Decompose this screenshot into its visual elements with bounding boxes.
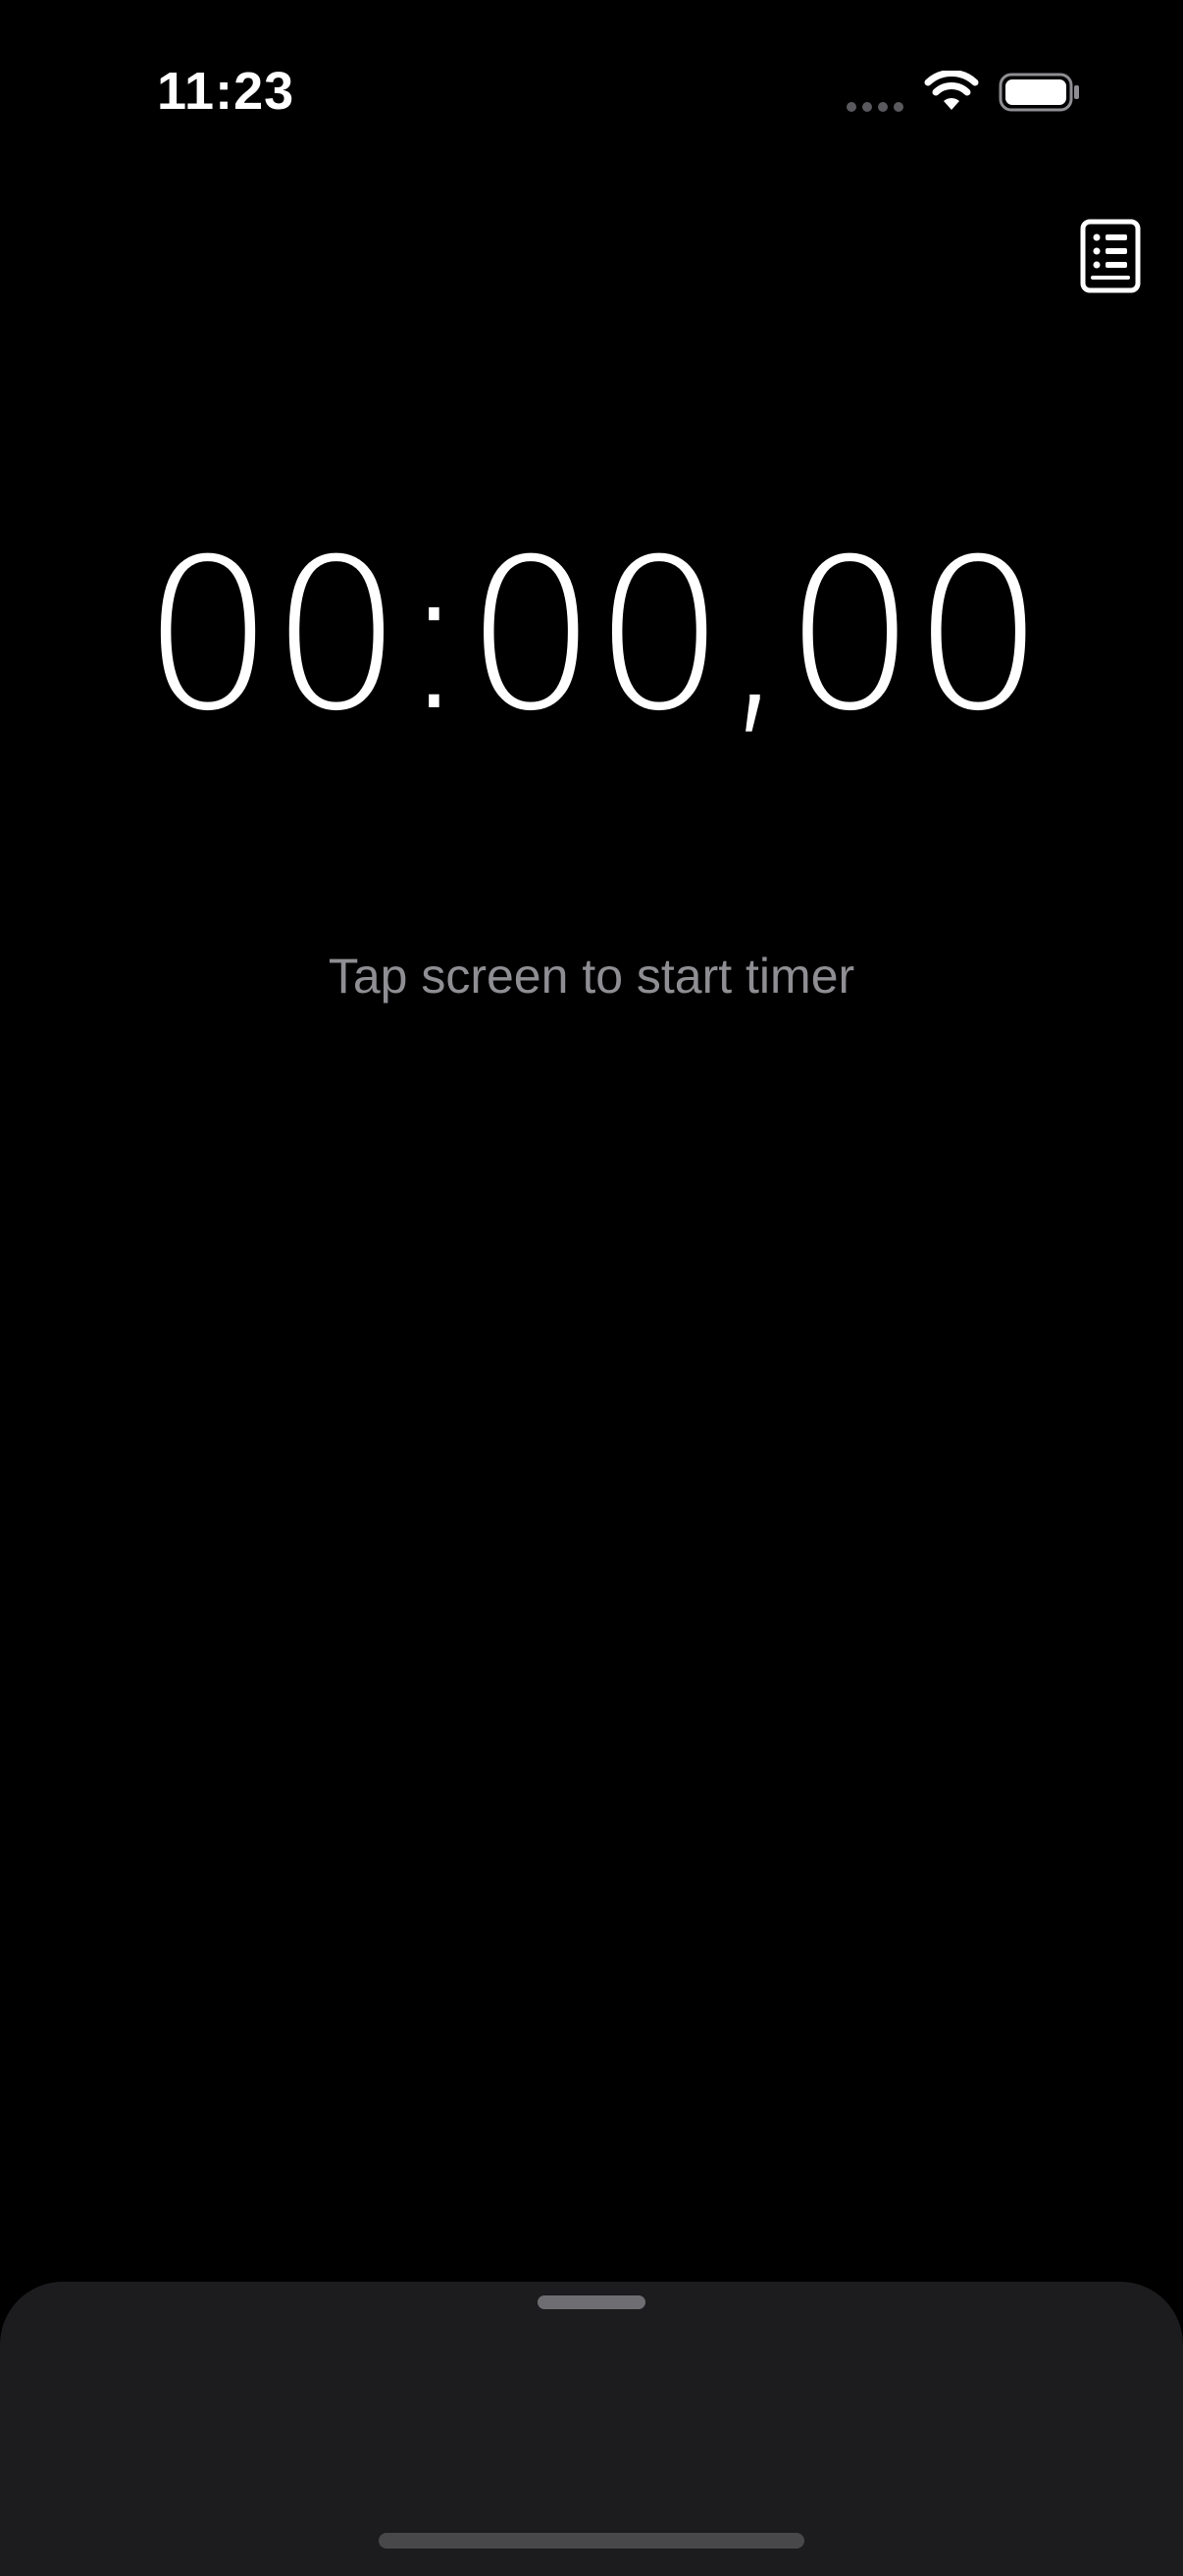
timer-display: 00:00,00 bbox=[141, 514, 1045, 756]
sheet-grabber-handle[interactable] bbox=[538, 2295, 645, 2309]
list-document-icon[interactable] bbox=[1079, 218, 1142, 294]
status-bar: 11:23 bbox=[0, 0, 1183, 186]
battery-icon bbox=[999, 73, 1079, 112]
wifi-icon bbox=[924, 71, 979, 110]
laps-bottom-sheet[interactable] bbox=[0, 2282, 1183, 2576]
start-hint-text: Tap screen to start timer bbox=[328, 949, 855, 1004]
signal-dots-icon bbox=[847, 102, 903, 112]
home-indicator[interactable] bbox=[379, 2533, 804, 2549]
status-time: 11:23 bbox=[157, 62, 295, 121]
